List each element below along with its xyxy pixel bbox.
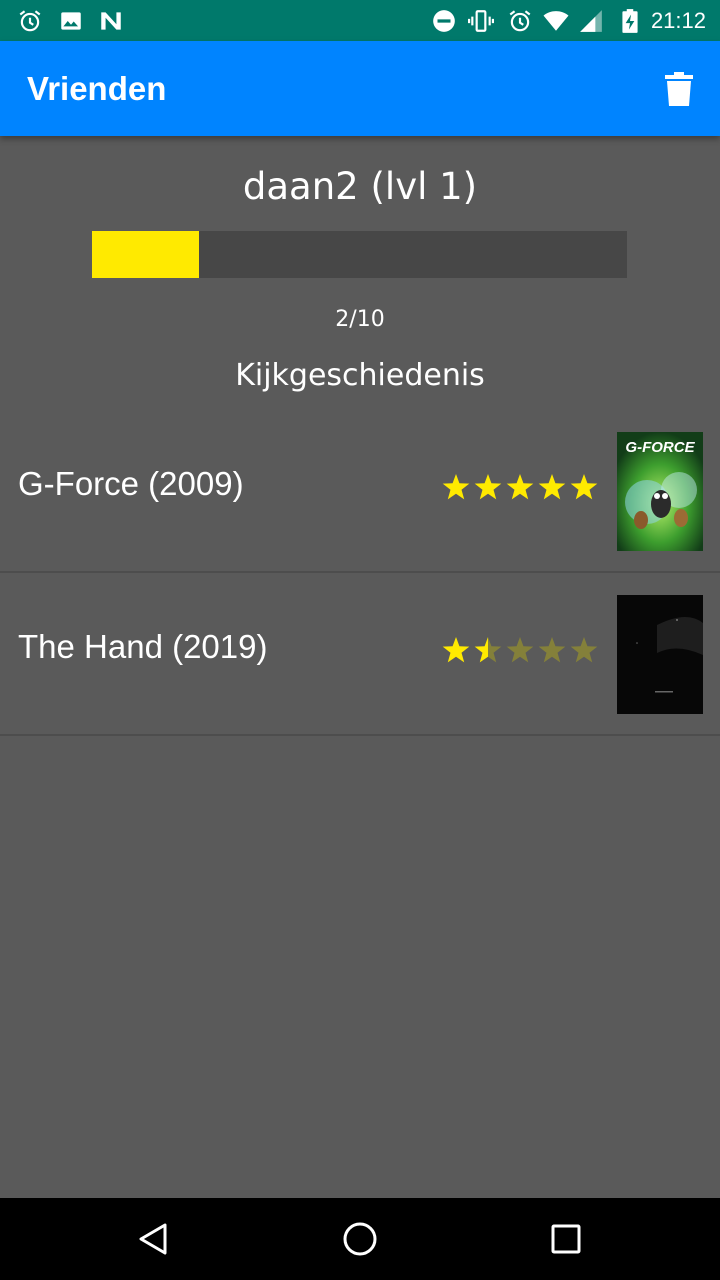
navigation-bar [0,1198,720,1280]
movie-poster: G-FORCE [617,432,703,551]
watch-history-title: Kijkgeschiedenis [235,358,485,393]
battery-charging-icon [617,8,643,34]
movie-title: G-Force (2009) [18,465,244,502]
do-not-disturb-icon [431,8,457,34]
star-icon [442,474,470,500]
star-icon [506,637,534,663]
poster-text: G-FORCE [625,439,695,456]
xp-progress-text: 2/10 [335,307,385,332]
star-icon [474,637,502,663]
status-bar: 21:12 [0,0,720,41]
home-icon [343,1222,377,1256]
signal-icon [578,8,604,34]
app-bar: Vrienden [0,41,720,136]
star-icon [474,474,502,500]
back-icon [139,1223,167,1255]
status-time: 21:12 [650,8,706,33]
movie-poster [617,595,703,714]
friend-name-level: daan2 (lvl 1) [242,165,478,208]
xp-progress-bar [92,231,627,278]
delete-button[interactable] [662,71,696,107]
recents-icon [551,1224,581,1254]
page-title: Vrienden [27,70,167,107]
star-rating [442,474,598,500]
list-item[interactable]: G-Force (2009) G-FORCE [0,410,720,573]
star-icon [570,474,598,500]
watch-history-list: G-Force (2009) G-FORCE The Hand (2019) [0,410,720,736]
wifi-icon [543,8,569,34]
alarm-icon [507,8,533,34]
recents-button[interactable] [544,1217,588,1261]
home-button[interactable] [338,1217,382,1261]
star-rating [442,637,598,663]
star-icon [538,474,566,500]
list-item[interactable]: The Hand (2019) [0,573,720,736]
trash-icon [665,72,693,106]
star-icon [506,474,534,500]
movie-title: The Hand (2019) [18,628,268,665]
star-icon [442,637,470,663]
star-icon [538,637,566,663]
image-icon [58,8,84,34]
vibrate-icon [468,8,494,34]
alarm-icon [17,8,43,34]
star-icon [570,637,598,663]
n-notification-icon [98,8,124,34]
xp-progress-fill [92,231,199,278]
back-button[interactable] [131,1217,175,1261]
